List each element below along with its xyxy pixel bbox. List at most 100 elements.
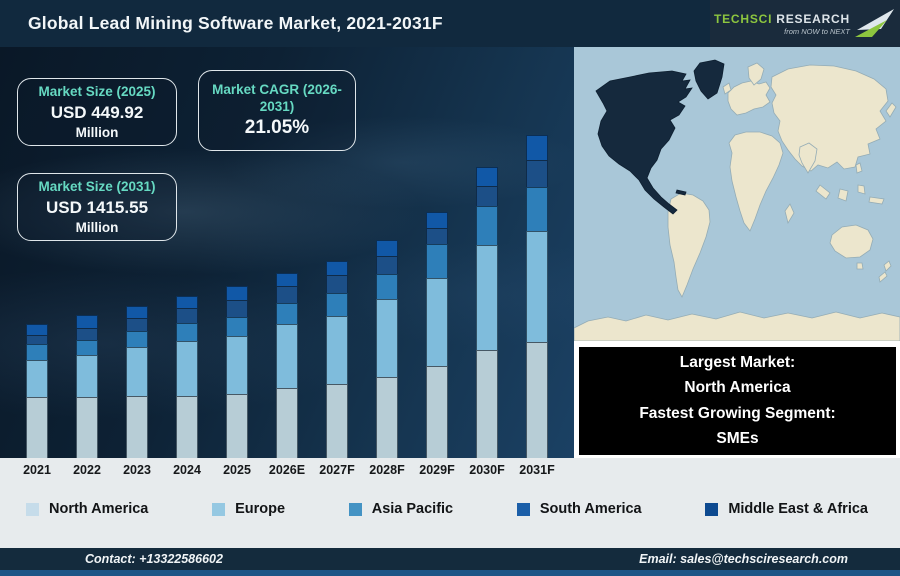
world-map: [573, 47, 900, 342]
bar-segment-middle-east-africa: [326, 261, 348, 275]
bar-segment-south-america: [526, 160, 548, 187]
bar-segment-south-america: [226, 300, 248, 317]
infographic: Global Lead Mining Software Market, 2021…: [0, 0, 900, 576]
callout-label: Market CAGR (2026-2031): [212, 81, 342, 114]
legend-label: South America: [539, 501, 642, 517]
bar-segment-north-america: [526, 342, 548, 459]
bar-segment-europe: [76, 355, 98, 397]
callout-value: USD 1415.55: [45, 197, 149, 217]
callout-market-size-2025: Market Size (2025) USD 449.92 Million: [17, 78, 177, 146]
bar-segment-north-america: [426, 366, 448, 459]
bar-segment-middle-east-africa: [126, 306, 148, 318]
region-tasmania: [856, 262, 864, 270]
bar-segment-middle-east-africa: [226, 286, 248, 300]
bar-segment-asia-pacific: [276, 303, 298, 324]
bar-segment-europe: [276, 324, 298, 388]
legend-item-south-america: South America: [516, 501, 642, 517]
bar-2026E: [276, 273, 298, 459]
bar-segment-europe: [426, 278, 448, 366]
axis-label-2024: 2024: [173, 463, 201, 477]
bar-2024: [176, 296, 198, 459]
legend-label: Middle East & Africa: [728, 501, 868, 517]
highlight-box-wrapper: Largest Market: North America Fastest Gr…: [574, 341, 900, 458]
bar-segment-europe: [476, 245, 498, 350]
bar-segment-middle-east-africa: [376, 240, 398, 256]
highlight-line: Largest Market:: [679, 354, 796, 372]
bottom-strip: 2021 2022 2023 2024 2025 2026E 2027F 2028F 2029F…: [0, 458, 900, 548]
callout-market-size-2031: Market Size (2031) USD 1415.55 Million: [17, 173, 177, 241]
axis-label-2021: 2021: [23, 463, 51, 477]
bar-segment-asia-pacific: [76, 340, 98, 355]
world-map-svg: [573, 47, 900, 342]
region-sulawesi: [857, 184, 866, 195]
brand-name-primary: TechSci: [713, 11, 773, 26]
bar-segment-north-america: [276, 388, 298, 459]
highlight-line: Fastest Growing Segment:: [639, 404, 836, 422]
footer-accent-bar: Contact: +13322586602 Email: sales@techs…: [0, 548, 900, 576]
highlight-line: North America: [684, 379, 791, 397]
bar-segment-middle-east-africa: [176, 296, 198, 308]
legend-item-asia-pacific: Asia Pacific: [348, 501, 453, 517]
highlight-box: Largest Market: North America Fastest Gr…: [579, 347, 896, 455]
bar-segment-asia-pacific: [476, 206, 498, 245]
brand-logo: TechSci Research from NOW to NEXT: [710, 0, 900, 47]
axis-label-2030F: 2030F: [469, 463, 505, 477]
brand-tagline: from NOW to NEXT: [784, 26, 850, 36]
axis-label-2031F: 2031F: [519, 463, 555, 477]
bar-segment-north-america: [26, 397, 48, 459]
bar-segment-middle-east-africa: [426, 212, 448, 228]
bar-segment-south-america: [426, 228, 448, 244]
bar-segment-north-america: [326, 384, 348, 459]
bar-segment-middle-east-africa: [526, 135, 548, 160]
axis-label-2023: 2023: [123, 463, 151, 477]
callout-label: Market Size (2031): [38, 179, 156, 195]
bar-segment-south-america: [126, 318, 148, 331]
bar-segment-asia-pacific: [176, 323, 198, 341]
legend-swatch: [212, 502, 226, 516]
bar-segment-north-america: [226, 394, 248, 459]
x-axis-labels: 2021 2022 2023 2024 2025 2026E 2027F 2028F 2029F…: [0, 463, 574, 483]
highlight-line: SMEs: [716, 429, 759, 447]
axis-label-2029F: 2029F: [419, 463, 455, 477]
bar-segment-south-america: [26, 335, 48, 344]
bar-segment-north-america: [476, 350, 498, 459]
header-bar: Global Lead Mining Software Market, 2021…: [0, 0, 900, 47]
callout-value: USD 449.92: [50, 102, 144, 122]
bar-segment-south-america: [376, 256, 398, 274]
bar-2030F: [476, 167, 498, 459]
footer-email: Email: sales@techsciresearch.com: [639, 552, 848, 566]
bar-segment-north-america: [126, 396, 148, 459]
legend-swatch: [516, 502, 530, 516]
legend-swatch: [705, 502, 719, 516]
callout-value: 21.05%: [244, 117, 310, 139]
bar-segment-south-america: [276, 286, 298, 303]
bar-segment-north-america: [76, 397, 98, 459]
brand-name-secondary: Research: [776, 11, 850, 26]
bar-segment-north-america: [376, 377, 398, 459]
bar-segment-asia-pacific: [426, 244, 448, 278]
callout-unit: Million: [75, 219, 119, 235]
bar-2023: [126, 306, 148, 459]
bar-segment-south-america: [176, 308, 198, 323]
bar-2021: [26, 324, 48, 459]
legend-item-europe: Europe: [212, 501, 285, 517]
legend-swatch: [26, 502, 39, 516]
callout-market-cagr: Market CAGR (2026-2031) 21.05%: [198, 70, 356, 151]
axis-label-2027F: 2027F: [319, 463, 355, 477]
bar-segment-south-america: [476, 186, 498, 206]
axis-label-2022: 2022: [73, 463, 101, 477]
axis-label-2028F: 2028F: [369, 463, 405, 477]
footer-bar: Contact: +13322586602 Email: sales@techs…: [0, 548, 900, 570]
bar-segment-asia-pacific: [376, 274, 398, 299]
bar-segment-asia-pacific: [326, 293, 348, 316]
callout-unit: Million: [75, 124, 119, 140]
footer-contact: Contact: +13322586602: [85, 552, 223, 566]
legend-label: North America: [49, 501, 149, 517]
callout-label: Market Size (2025): [38, 84, 156, 100]
bar-segment-europe: [526, 231, 548, 342]
bar-segment-south-america: [76, 328, 98, 340]
bar-segment-europe: [376, 299, 398, 377]
page-title: Global Lead Mining Software Market, 2021…: [28, 13, 443, 33]
bar-segment-europe: [226, 336, 248, 394]
bar-segment-europe: [26, 360, 48, 397]
